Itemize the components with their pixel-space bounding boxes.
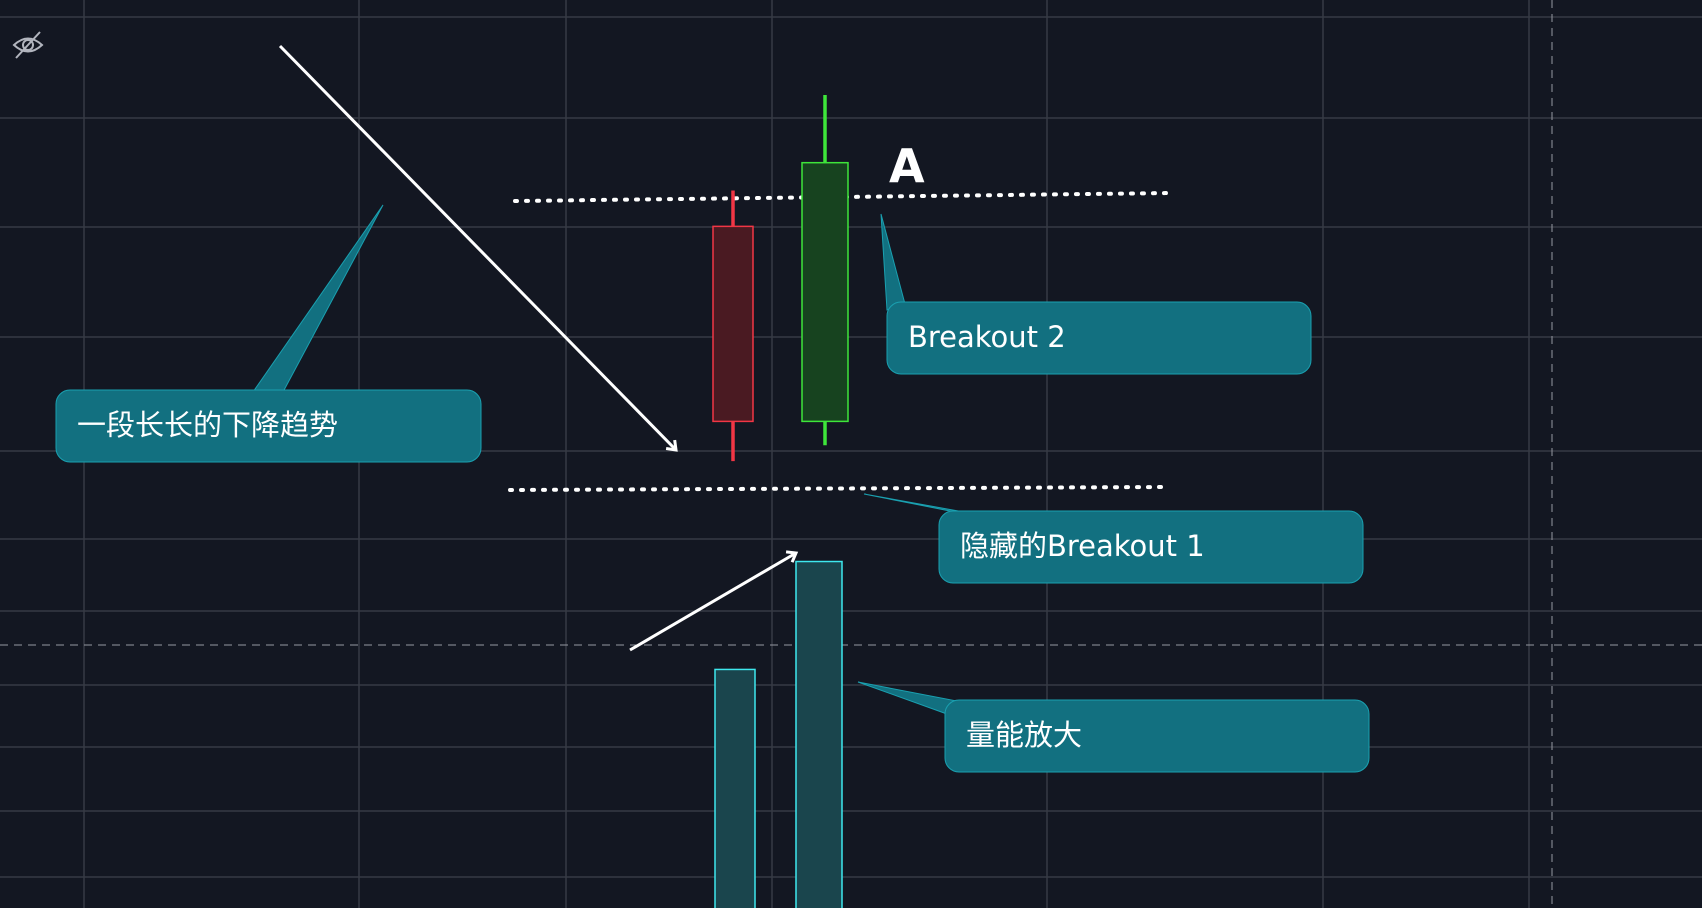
callout-trend[interactable]: 一段长长的下降趋势 [55, 204, 482, 463]
candle-1[interactable] [712, 190, 754, 462]
volume-bar-2[interactable] [795, 560, 843, 908]
volume-rise-arrow[interactable] [629, 550, 799, 652]
chart-canvas[interactable]: A 一段长长的下降趋势 Breakout 2 隐藏的Breakout 1 量能放… [0, 0, 1702, 908]
candles-layer [712, 95, 849, 462]
callout-trend-text: 一段长长的下降趋势 [77, 408, 338, 442]
eye-off-icon[interactable] [12, 31, 44, 59]
callout-breakout1[interactable]: 隐藏的Breakout 1 [863, 493, 1364, 584]
candle-2-body [801, 161, 849, 423]
volume-bar-1[interactable] [714, 668, 756, 908]
callout-breakout1-text: 隐藏的Breakout 1 [960, 529, 1205, 563]
callout-volume[interactable]: 量能放大 [857, 681, 1370, 773]
support-level-line[interactable] [508, 485, 1167, 492]
callout-volume-text: 量能放大 [966, 718, 1082, 752]
downtrend-arrow[interactable] [278, 44, 678, 452]
callout-breakout2-text: Breakout 2 [908, 320, 1066, 354]
candle-2[interactable] [801, 95, 849, 446]
candle-1-body [712, 225, 754, 423]
point-label-a: A [889, 139, 925, 193]
callout-breakout2[interactable]: Breakout 2 [880, 213, 1312, 375]
volume-layer [714, 560, 843, 908]
